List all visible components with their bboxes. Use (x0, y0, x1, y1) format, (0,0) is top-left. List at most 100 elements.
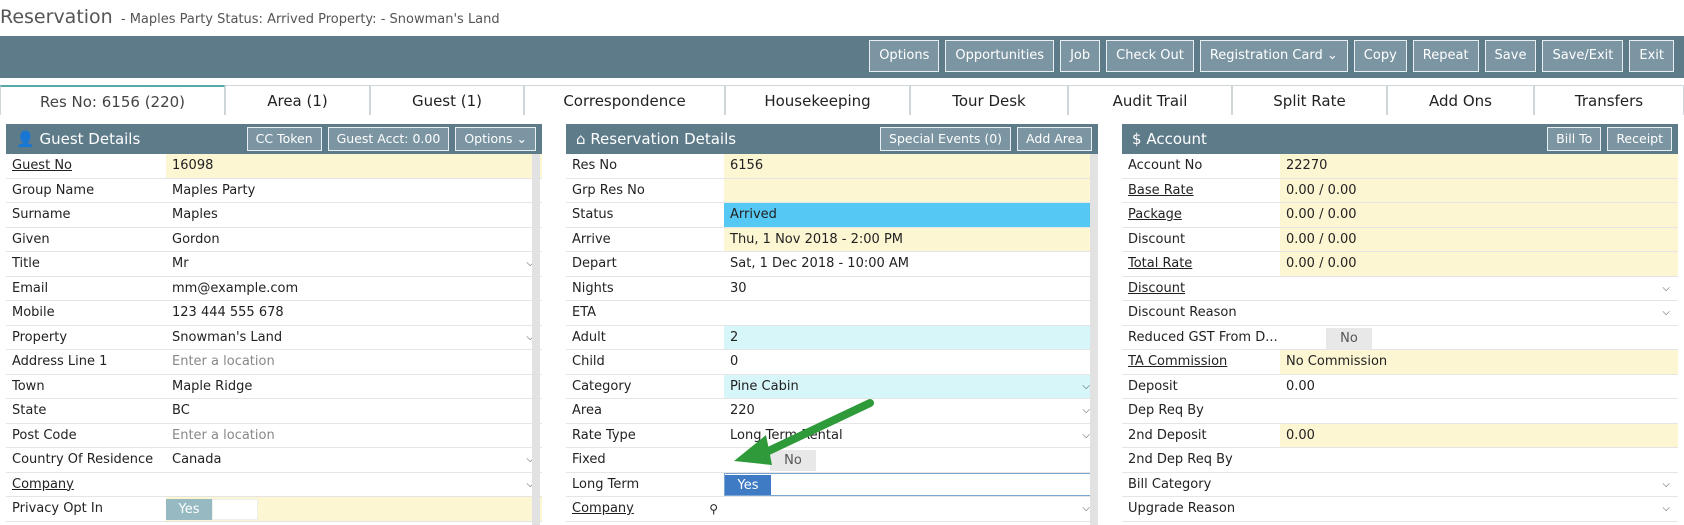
surname-field[interactable]: Maples (166, 203, 542, 227)
discount-amount-field[interactable]: 0.00 / 0.00 (1280, 227, 1678, 251)
chevron-down-icon: ⌵ (1082, 405, 1090, 416)
guest-options-button[interactable]: Options ⌄ (455, 127, 536, 151)
ta-commission-label[interactable]: TA Commission (1122, 350, 1280, 374)
grp-res-no-label: Grp Res No (572, 182, 645, 198)
add-area-button[interactable]: Add Area (1017, 127, 1092, 151)
grp-res-no-field[interactable] (724, 178, 1098, 202)
town-label: Town (12, 378, 45, 394)
mobile-field[interactable]: 123 444 555 678 (166, 301, 542, 325)
guest-details-panel: 👤 Guest Details CC Token Guest Acct: 0.0… (6, 124, 542, 522)
post-code-input[interactable]: Enter a location (166, 424, 542, 448)
account-title: Account (1146, 130, 1207, 148)
tab-audit-trail[interactable]: Audit Trail (1068, 85, 1232, 115)
bill-category-label: Bill Category (1128, 476, 1212, 492)
guest-acct-button[interactable]: Guest Acct: 0.00 (327, 127, 450, 151)
copy-button[interactable]: Copy (1353, 40, 1407, 72)
child-field[interactable]: 0 (724, 350, 1098, 374)
address-line-input[interactable]: Enter a location (166, 350, 542, 374)
res-company-label[interactable]: Company ⚲ (566, 497, 724, 521)
page-header: Reservation - Maples Party Status: Arriv… (0, 0, 1684, 36)
long-term-toggle[interactable]: Yes (724, 472, 1098, 496)
area-label: Area (572, 403, 602, 418)
account-header: $ Account Bill To Receipt (1122, 124, 1678, 154)
total-rate-label[interactable]: Total Rate (1122, 252, 1280, 276)
bill-category-select[interactable]: ⌵ (1280, 473, 1678, 497)
exit-button[interactable]: Exit (1629, 40, 1674, 72)
total-rate-field[interactable]: 0.00 / 0.00 (1280, 252, 1678, 276)
base-rate-label[interactable]: Base Rate (1122, 179, 1280, 203)
adult-label: Adult (572, 329, 606, 345)
reduced-gst-no[interactable]: No (1326, 327, 1372, 349)
tab-correspondence[interactable]: Correspondence (524, 85, 725, 115)
second-dep-req-by-label: 2nd Dep Req By (1128, 452, 1233, 467)
package-field[interactable]: 0.00 / 0.00 (1280, 203, 1678, 227)
privacy-yes[interactable]: Yes (166, 499, 212, 520)
status-field[interactable]: Arrived (724, 203, 1098, 227)
country-select[interactable]: Canada ⌵ (166, 448, 542, 472)
reservation-scrollbar[interactable] (1090, 154, 1098, 525)
guest-company-select[interactable]: ⌵ (166, 473, 542, 497)
given-field[interactable]: Gordon (166, 228, 542, 252)
discount-label[interactable]: Discount (1122, 277, 1280, 301)
package-label[interactable]: Package (1122, 203, 1280, 227)
nights-field[interactable]: 30 (724, 277, 1098, 301)
reduced-gst-toggle[interactable]: No (1280, 326, 1678, 350)
address-line-label: Address Line 1 (12, 354, 108, 369)
surname-label: Surname (12, 207, 71, 222)
email-field[interactable]: mm@example.com (166, 277, 542, 301)
ta-commission-field[interactable]: No Commission (1280, 350, 1678, 374)
res-company-select[interactable]: ⌵ (724, 497, 1098, 521)
guest-details-header: 👤 Guest Details CC Token Guest Acct: 0.0… (6, 124, 542, 154)
town-field[interactable]: Maple Ridge (166, 375, 542, 399)
account-no-field[interactable]: 22270 (1280, 154, 1678, 178)
guest-no-field[interactable]: 16098 (166, 154, 542, 178)
deposit-field[interactable]: 0.00 (1280, 375, 1678, 399)
depart-field[interactable]: Sat, 1 Dec 2018 - 10:00 AM (724, 252, 1098, 276)
guest-no-label[interactable]: Guest No (6, 154, 166, 178)
receipt-button[interactable]: Receipt (1607, 127, 1672, 151)
guest-scrollbar[interactable] (532, 154, 540, 525)
special-events-button[interactable]: Special Events (0) (880, 127, 1012, 151)
state-field[interactable]: BC (166, 399, 542, 423)
tab-housekeeping[interactable]: Housekeeping (725, 85, 910, 115)
tab-add-ons[interactable]: Add Ons (1387, 85, 1534, 115)
title-select[interactable]: Mr ⌵ (166, 252, 542, 276)
dep-req-by-field[interactable] (1280, 399, 1678, 423)
tab-split-rate[interactable]: Split Rate (1232, 85, 1387, 115)
tab-transfers[interactable]: Transfers (1534, 85, 1684, 115)
save-exit-button[interactable]: Save/Exit (1542, 40, 1624, 72)
second-dep-req-by-field[interactable] (1280, 448, 1678, 472)
repeat-button[interactable]: Repeat (1412, 40, 1479, 72)
eta-field[interactable] (724, 301, 1098, 325)
discount-reason-select[interactable]: ⌵ (1280, 301, 1678, 325)
search-icon[interactable]: ⚲ (709, 497, 718, 521)
base-rate-field[interactable]: 0.00 / 0.00 (1280, 178, 1678, 202)
save-button[interactable]: Save (1484, 40, 1537, 72)
long-term-yes[interactable]: Yes (725, 474, 771, 496)
privacy-opt-in-toggle[interactable]: Yes (166, 497, 542, 521)
check-out-button[interactable]: Check Out (1106, 40, 1194, 72)
group-name-label: Group Name (12, 182, 95, 198)
property-select[interactable]: Snowman's Land ⌵ (166, 326, 542, 350)
tab-tour-desk[interactable]: Tour Desk (910, 85, 1068, 115)
second-deposit-field[interactable]: 0.00 (1280, 423, 1678, 447)
discount-select[interactable]: ⌵ (1280, 277, 1678, 301)
tab-res-no[interactable]: Res No: 6156 (220) (0, 85, 225, 115)
registration-card-button[interactable]: Registration Card ⌄ (1199, 40, 1348, 72)
options-button[interactable]: Options (869, 40, 940, 72)
arrive-field[interactable]: Thu, 1 Nov 2018 - 2:00 PM (724, 227, 1098, 251)
group-name-field[interactable]: Maples Party (166, 179, 542, 203)
bill-to-button[interactable]: Bill To (1547, 127, 1602, 151)
property-label: Property (12, 329, 68, 345)
tab-guest[interactable]: Guest (1) (370, 85, 524, 115)
job-button[interactable]: Job (1060, 40, 1101, 72)
child-label: Child (572, 354, 605, 369)
cc-token-button[interactable]: CC Token (246, 127, 322, 151)
tab-area[interactable]: Area (1) (225, 85, 370, 115)
opportunities-button[interactable]: Opportunities (945, 40, 1055, 72)
adult-field[interactable]: 2 (724, 325, 1098, 349)
res-no-field[interactable]: 6156 (724, 154, 1098, 178)
guest-company-label[interactable]: Company (6, 473, 166, 497)
upgrade-reason-select[interactable]: ⌵ (1280, 497, 1678, 521)
chevron-down-icon: ⌵ (1082, 380, 1090, 392)
